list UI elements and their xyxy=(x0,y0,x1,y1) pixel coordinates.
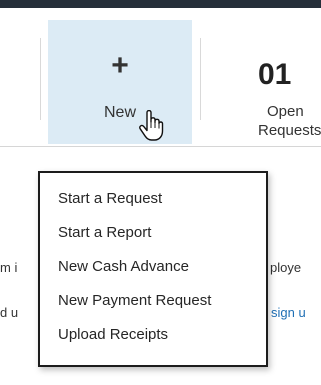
menu-item-start-a-request[interactable]: Start a Request xyxy=(58,189,162,209)
open-requests-label-line2: Requests xyxy=(258,122,321,139)
hand-pointer-icon xyxy=(139,110,164,141)
background-row-right-text: ploye xyxy=(270,260,302,275)
background-row-left-text: d u xyxy=(0,305,19,320)
menu-item-start-a-report[interactable]: Start a Report xyxy=(58,223,151,243)
tile-divider xyxy=(40,38,41,120)
open-requests-tile[interactable]: 01 Open Requests xyxy=(210,20,321,144)
new-tile-label: New xyxy=(103,104,136,121)
new-tile-button[interactable]: + New xyxy=(48,20,192,144)
menu-item-new-cash-advance[interactable]: New Cash Advance xyxy=(58,257,189,277)
top-navigation-bar xyxy=(0,0,321,8)
menu-item-upload-receipts[interactable]: Upload Receipts xyxy=(58,325,168,345)
tile-divider xyxy=(200,38,201,120)
sign-up-link[interactable]: sign u xyxy=(271,303,306,323)
background-row-left-text: m i xyxy=(0,260,18,275)
plus-icon: + xyxy=(111,49,129,82)
open-requests-label-line1: Open xyxy=(267,103,304,120)
new-dropdown-menu: Start a Request Start a Report New Cash … xyxy=(38,171,268,367)
open-requests-count: 01 xyxy=(258,58,292,91)
open-requests-label: Open Requests xyxy=(258,102,321,140)
menu-item-new-payment-request[interactable]: New Payment Request xyxy=(58,291,211,311)
